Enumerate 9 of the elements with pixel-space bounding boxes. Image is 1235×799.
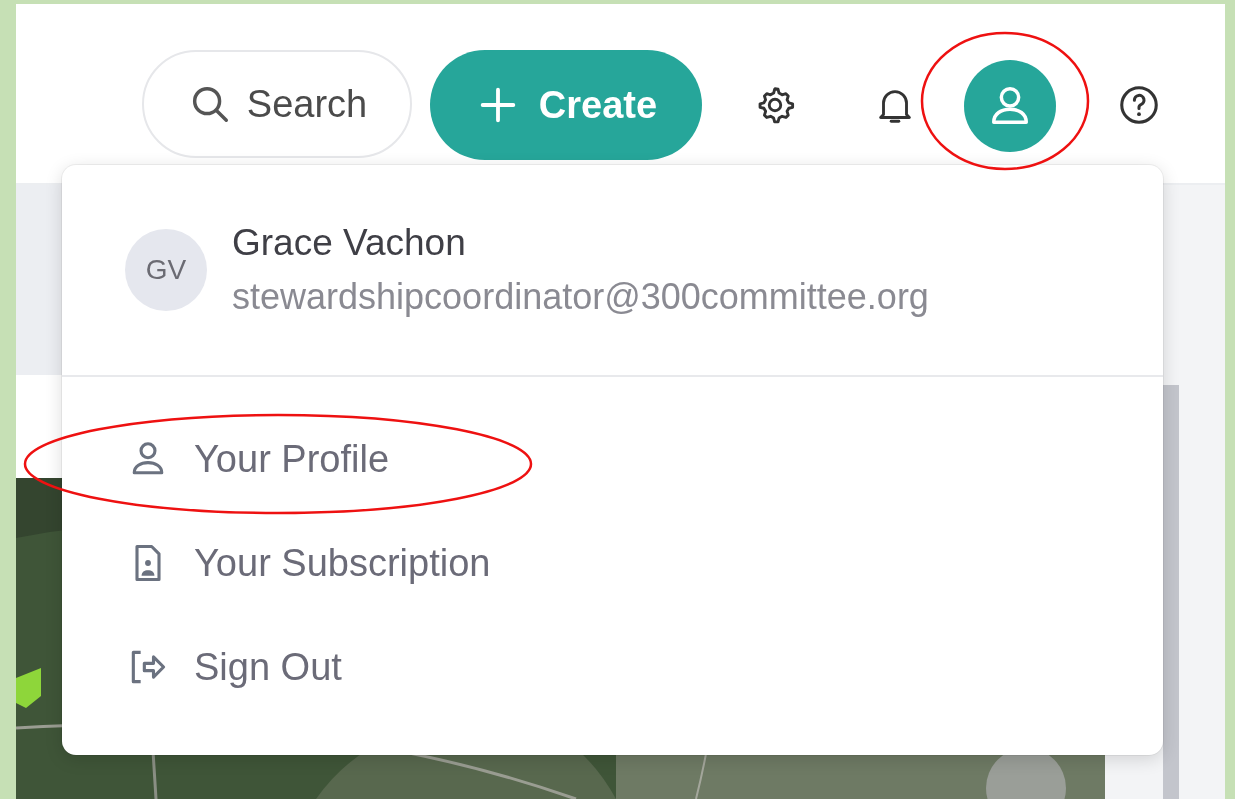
create-button[interactable]: Create bbox=[430, 50, 702, 160]
user-email: stewardshipcoordinator@300committee.org bbox=[232, 276, 929, 318]
menu-item[interactable]: Your Profile bbox=[62, 407, 1163, 511]
user-avatar: GV bbox=[125, 229, 207, 311]
menu-item[interactable]: Your Subscription bbox=[62, 511, 1163, 615]
scrollbar[interactable] bbox=[1163, 385, 1179, 799]
search-button[interactable]: Search bbox=[142, 50, 412, 158]
user-name: Grace Vachon bbox=[232, 222, 467, 264]
menu-item[interactable]: Sign Out bbox=[62, 615, 1163, 719]
